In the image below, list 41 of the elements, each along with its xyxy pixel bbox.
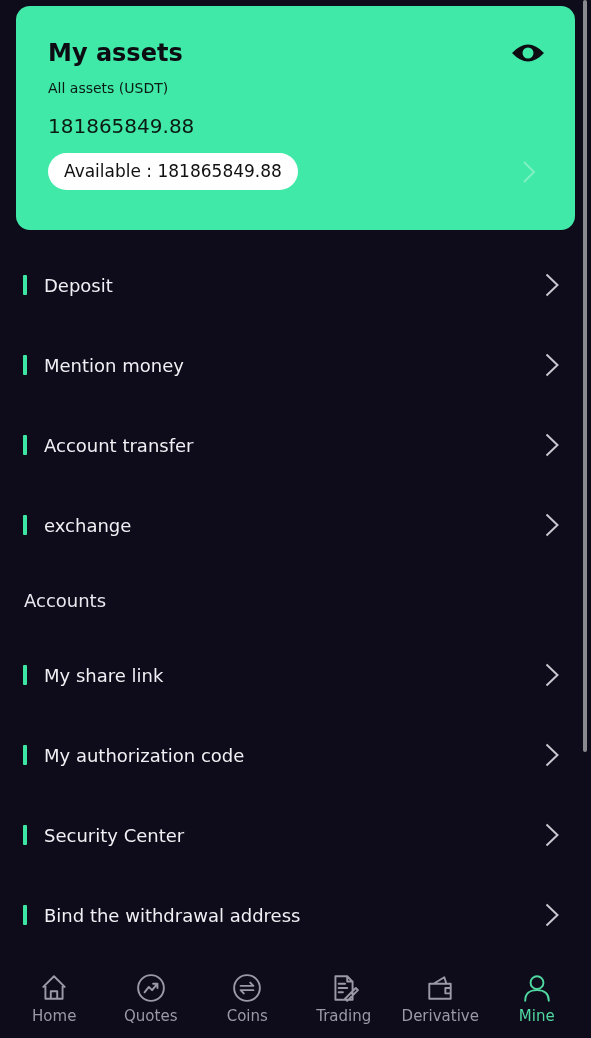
menu-item[interactable]: Deposit [23, 245, 559, 325]
accent-bar [23, 435, 27, 455]
menu-item[interactable]: My share link [23, 635, 559, 715]
nav-tab[interactable]: Trading [297, 958, 390, 1038]
menu-item[interactable]: Bind the withdrawal address [23, 875, 559, 955]
accent-bar [23, 515, 27, 535]
chevron-right-icon[interactable] [523, 160, 535, 183]
accent-bar [23, 825, 27, 845]
nav-tab[interactable]: Mine [490, 958, 583, 1038]
menu-item[interactable]: exchange [23, 485, 559, 565]
chevron-right-icon [545, 353, 559, 377]
accent-bar [23, 745, 27, 765]
section-heading: Accounts [24, 588, 107, 613]
chevron-right-icon [545, 433, 559, 457]
accent-bar [23, 355, 27, 375]
eye-icon[interactable] [511, 42, 545, 64]
chevron-right-icon [545, 823, 559, 847]
exchange-arrows-icon [232, 973, 263, 1003]
chevron-right-icon [545, 273, 559, 297]
accent-bar [23, 275, 27, 295]
scrollbar[interactable] [583, 0, 587, 752]
menu-item[interactable]: Mention money [23, 325, 559, 405]
trend-chart-icon [135, 973, 166, 1003]
nav-tab[interactable]: Coins [201, 958, 294, 1038]
card-title: My assets [48, 38, 183, 68]
accent-bar [23, 665, 27, 685]
chevron-right-icon [545, 663, 559, 687]
accent-bar [23, 905, 27, 925]
menu-item[interactable]: My authorization code [23, 715, 559, 795]
user-icon [521, 973, 552, 1003]
total-amount: 181865849.88 [48, 113, 196, 140]
nav-tab[interactable]: Home [8, 958, 101, 1038]
available-pill: Available : 181865849.88 [48, 153, 298, 190]
chevron-right-icon [545, 743, 559, 767]
chevron-right-icon [545, 513, 559, 537]
chevron-right-icon [545, 903, 559, 927]
nav-tab[interactable]: Quotes [104, 958, 197, 1038]
assets-label: All assets (USDT) [48, 79, 170, 98]
menu-item[interactable]: Account transfer [23, 405, 559, 485]
menu-item[interactable]: Security Center [23, 795, 559, 875]
nav-tab[interactable]: Derivative [394, 958, 487, 1038]
